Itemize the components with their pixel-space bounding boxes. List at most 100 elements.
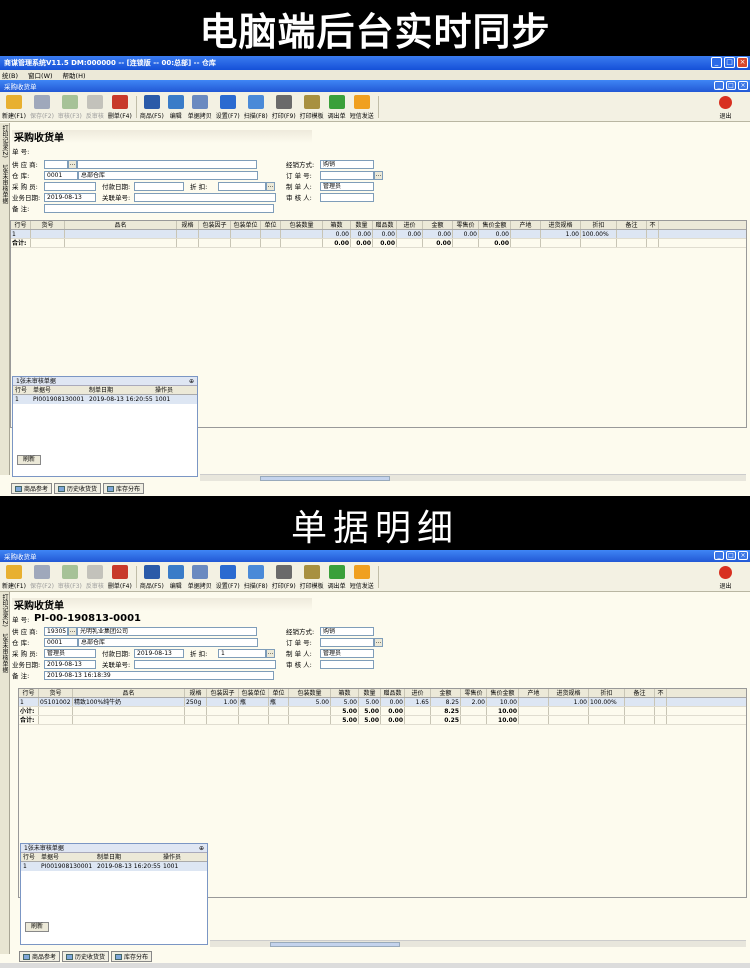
form-restore-button[interactable]: □ — [726, 81, 736, 90]
toolbar-button-7[interactable]: 编辑 — [167, 563, 184, 591]
grid-header-cell[interactable]: 品名 — [65, 221, 177, 229]
grid-header-cell[interactable]: 数量 — [351, 221, 373, 229]
close-button[interactable]: × — [737, 57, 748, 68]
warehouse-name-field[interactable]: 总部仓库 — [78, 637, 258, 647]
exit-button[interactable]: 退出 — [719, 93, 732, 121]
panel-header-cell[interactable]: 行号 — [21, 853, 39, 861]
toolbar-button-9[interactable]: 设置(F7) — [216, 93, 240, 121]
grid-header-cell[interactable]: 赠品数 — [381, 689, 405, 697]
grid-header-cell[interactable]: 金额 — [431, 689, 461, 697]
supplier-name-field[interactable]: 光明乳业集团公司 — [77, 626, 257, 636]
panel-row[interactable]: 1 PI001908130001 2019-08-13 16:20:55 1001 — [21, 862, 207, 871]
form-minimize-button[interactable]: _ — [714, 81, 724, 90]
maker-field[interactable]: 管理员 — [320, 648, 374, 658]
warehouse-name-field[interactable]: 总部仓库 — [78, 170, 258, 180]
grid-header-cell[interactable]: 单位 — [269, 689, 289, 697]
grid-header-cell[interactable]: 售价金额 — [487, 689, 519, 697]
toolbar-button-8[interactable]: 单据拷贝 — [188, 563, 212, 591]
toolbar-button-10[interactable]: 扫描(F8) — [244, 93, 268, 121]
grid-header-cell[interactable]: 赠品数 — [373, 221, 397, 229]
bottom-tab-1[interactable]: 商品参考 — [11, 483, 53, 494]
grid-header-cell[interactable]: 备注 — [617, 221, 647, 229]
bottom-tab-2[interactable]: 历史收货货 — [54, 483, 102, 494]
toolbar-button-2[interactable]: 保存(F2) — [30, 93, 54, 121]
grid-header-cell[interactable]: 货号 — [31, 221, 65, 229]
scrollbar-thumb[interactable] — [260, 476, 390, 481]
toolbar-button-13[interactable]: 调出单 — [328, 93, 346, 121]
panel-header-cell[interactable]: 制单日期 — [95, 853, 161, 861]
toolbar-button-12[interactable]: 打印模板 — [300, 563, 324, 591]
pay-date-field[interactable] — [134, 181, 184, 191]
panel-row[interactable]: 1 PI001908130001 2019-08-13 16:20:55 1001 — [13, 395, 197, 404]
pay-date-field[interactable]: 2019-08-13 — [134, 648, 184, 658]
biz-date-field[interactable]: 2019-08-13 — [44, 192, 96, 202]
toolbar-button-3[interactable]: 审核(F3) — [58, 93, 82, 121]
grid-header-cell[interactable]: 不 — [655, 689, 667, 697]
panel-header-cell[interactable]: 单据号 — [39, 853, 95, 861]
toolbar-button-12[interactable]: 打印模板 — [300, 93, 324, 121]
grid-header-cell[interactable]: 数量 — [359, 689, 381, 697]
remark-field[interactable]: 2019-08-13 16:18:39 — [44, 670, 274, 680]
grid-header-cell[interactable]: 包装单位 — [239, 689, 269, 697]
grid-header-cell[interactable]: 行号 — [11, 221, 31, 229]
grid-header-cell[interactable]: 箱数 — [331, 689, 359, 697]
buyer-field[interactable] — [44, 181, 96, 191]
buyer-field[interactable]: 管理员 — [44, 648, 96, 658]
toolbar-button-7[interactable]: 编辑 — [167, 93, 184, 121]
panel-header-cell[interactable]: 操作员 — [153, 386, 183, 394]
toolbar-button-4[interactable]: 反审核 — [86, 563, 104, 591]
scrollbar-thumb-2[interactable] — [270, 942, 400, 947]
reviewer-field[interactable] — [320, 192, 374, 202]
refresh-button[interactable]: 刷新 — [17, 455, 41, 465]
form-close-button-2[interactable]: × — [738, 551, 748, 560]
bottom-tab-3[interactable]: 库存分布 — [111, 951, 153, 962]
toolbar-button-13[interactable]: 调出单 — [328, 563, 346, 591]
grid-header-cell[interactable]: 进货规格 — [541, 221, 581, 229]
panel-header-cell[interactable]: 操作员 — [161, 853, 191, 861]
order-lookup-button[interactable]: … — [374, 170, 383, 180]
supplier-code-field[interactable]: 19305 — [44, 626, 68, 636]
toolbar-button-2[interactable]: 保存(F2) — [30, 563, 54, 591]
grid-header-cell[interactable]: 零售价 — [453, 221, 479, 229]
panel-header-cell[interactable]: 制单日期 — [87, 386, 153, 394]
supplier-lookup-button[interactable]: … — [68, 626, 77, 636]
warehouse-code-field[interactable]: 0001 — [44, 637, 78, 647]
horizontal-scrollbar-2[interactable] — [210, 940, 746, 947]
grid-header-cell[interactable]: 包装数量 — [281, 221, 323, 229]
toolbar-button-1[interactable]: 新建(F1) — [2, 563, 26, 591]
toolbar-button-14[interactable]: 短信发送 — [350, 93, 374, 121]
grid-header-cell[interactable]: 进价 — [405, 689, 431, 697]
toolbar-button-6[interactable]: 商品(F5) — [140, 563, 164, 591]
grid-header-cell[interactable]: 规格 — [185, 689, 207, 697]
discount-lookup-button[interactable]: … — [266, 181, 275, 191]
grid-header-cell[interactable]: 包装数量 — [289, 689, 331, 697]
bottom-tab-1[interactable]: 商品参考 — [19, 951, 61, 962]
grid-header-cell[interactable]: 不 — [647, 221, 659, 229]
toolbar-button-1[interactable]: 新建(F1) — [2, 93, 26, 121]
toolbar-button-8[interactable]: 单据拷贝 — [188, 93, 212, 121]
discount-field[interactable]: 1 — [218, 648, 266, 658]
grid-header-cell[interactable]: 行号 — [19, 689, 39, 697]
biz-mode-field[interactable]: 购销 — [320, 159, 374, 169]
menu-item-system[interactable]: 统(B) — [2, 70, 18, 80]
grid-header-cell[interactable]: 包装因子 — [199, 221, 231, 229]
side-tab-unapproved[interactable]: 1张未审核单据 — [0, 164, 9, 204]
biz-date-field[interactable]: 2019-08-13 — [44, 659, 96, 669]
refresh-button[interactable]: 刷新 — [25, 922, 49, 932]
grid-header-cell[interactable]: 备注 — [625, 689, 655, 697]
warehouse-code-field[interactable]: 0001 — [44, 170, 78, 180]
grid-header-cell[interactable]: 进价 — [397, 221, 423, 229]
remark-field[interactable] — [44, 203, 274, 213]
menu-item-help[interactable]: 帮助(H) — [63, 70, 86, 80]
exit-button[interactable]: 退出 — [719, 563, 732, 591]
table-row[interactable]: 1 0.00 0.00 0.00 0.00 0.00 0.00 0.00 1.00 100.00% — [11, 230, 746, 239]
bottom-tab-3[interactable]: 库存分布 — [103, 483, 145, 494]
grid-header-cell[interactable]: 产地 — [519, 689, 549, 697]
discount-field[interactable] — [218, 181, 266, 191]
panel-header-cell[interactable]: 行号 — [13, 386, 31, 394]
pin-icon[interactable]: ⊕ — [199, 844, 204, 853]
maker-field[interactable]: 管理员 — [320, 181, 374, 191]
grid-header-cell[interactable]: 金额 — [423, 221, 453, 229]
grid-header-cell[interactable]: 包装单位 — [231, 221, 261, 229]
supplier-code-field[interactable] — [44, 159, 68, 169]
